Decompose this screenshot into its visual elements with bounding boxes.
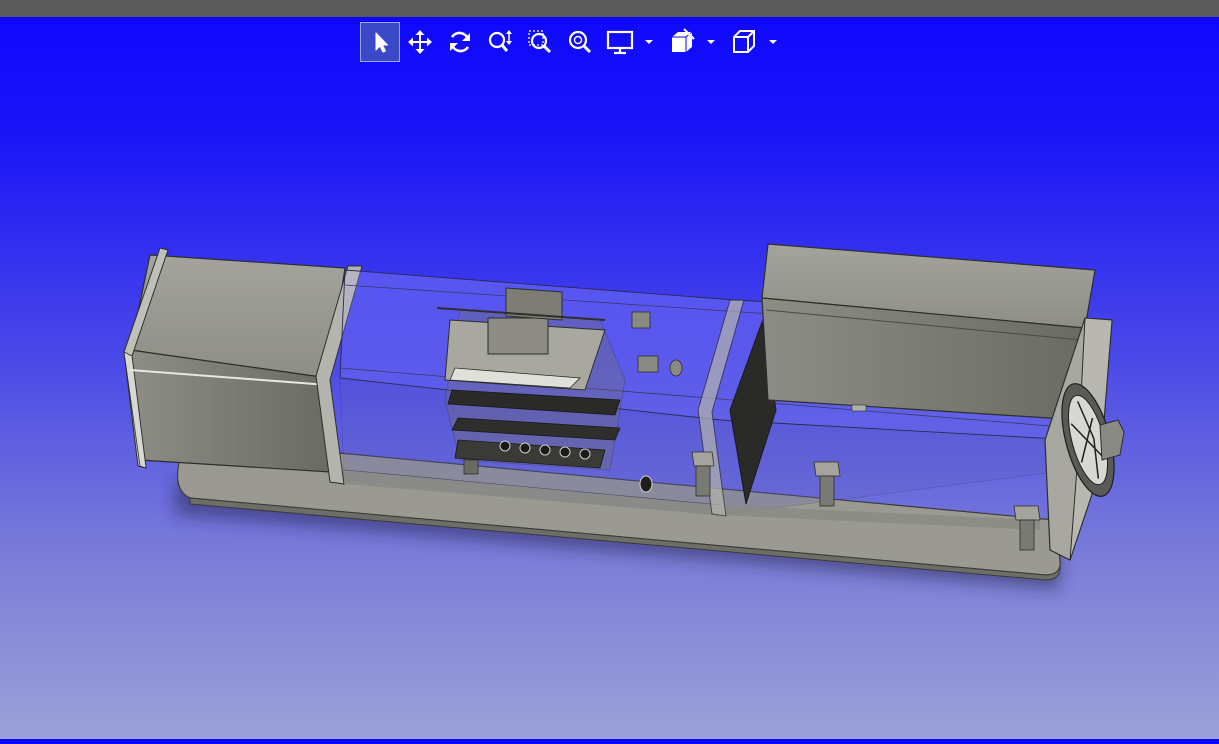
cube-icon [733,30,755,53]
chevron-down-icon [645,40,653,44]
section-dropdown-button[interactable] [702,22,720,62]
zoom-fit-button[interactable] [560,22,600,62]
display-button[interactable] [600,22,640,62]
rotate-button[interactable] [440,22,480,62]
move-arrows-icon [408,30,432,54]
display-dropdown-button[interactable] [640,22,658,62]
window-title-bar [0,0,1219,17]
section-button-group [662,22,724,62]
section-button[interactable] [662,22,702,62]
zoom-window-icon [528,30,552,54]
cable-gland [639,475,653,493]
section-cube-icon [672,28,695,52]
pan-button[interactable] [400,22,440,62]
chevron-down-icon [769,40,777,44]
zoom-button[interactable] [480,22,520,62]
chevron-down-icon [707,40,715,44]
zoom-window-button[interactable] [520,22,560,62]
monitor-icon [606,30,634,55]
zoom-fit-icon [568,30,592,54]
3d-viewport[interactable] [0,63,1219,739]
view-toolbar [360,21,786,63]
connector [1099,419,1125,461]
mount-bracket [631,311,651,329]
view-orientation-button[interactable] [724,22,764,62]
display-button-group [600,22,662,62]
select-button[interactable] [360,22,400,62]
rotate-icon [450,31,470,53]
view-orientation-button-group [724,22,786,62]
cad-model-render [123,243,1125,590]
view-orientation-dropdown-button[interactable] [764,22,782,62]
cursor-arrow-icon [375,32,388,53]
zoom-updown-icon [488,30,512,52]
